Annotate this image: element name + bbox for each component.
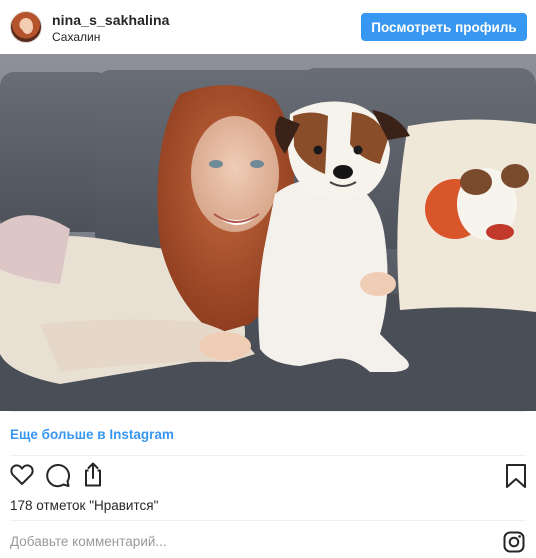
- comment-icon[interactable]: [45, 462, 71, 493]
- post-header: nina_s_sakhalina Сахалин Посмотреть проф…: [0, 0, 536, 54]
- divider: [10, 455, 526, 456]
- more-on-instagram-link[interactable]: Еще больше в Instagram: [10, 427, 174, 442]
- instagram-icon[interactable]: [503, 531, 525, 558]
- heart-icon[interactable]: [9, 462, 35, 493]
- instagram-embed: nina_s_sakhalina Сахалин Посмотреть проф…: [0, 0, 536, 558]
- bookmark-icon[interactable]: [505, 463, 527, 494]
- share-icon[interactable]: [80, 461, 106, 493]
- divider: [10, 411, 526, 412]
- comment-row: [0, 521, 536, 558]
- location-label[interactable]: Сахалин: [52, 30, 100, 44]
- post-photo[interactable]: [0, 54, 536, 411]
- avatar[interactable]: [10, 11, 42, 43]
- view-profile-button[interactable]: Посмотреть профиль: [361, 13, 527, 41]
- likes-count[interactable]: 178 отметок "Нравится": [10, 498, 158, 513]
- username[interactable]: nina_s_sakhalina: [52, 12, 170, 28]
- comment-input[interactable]: [10, 531, 490, 551]
